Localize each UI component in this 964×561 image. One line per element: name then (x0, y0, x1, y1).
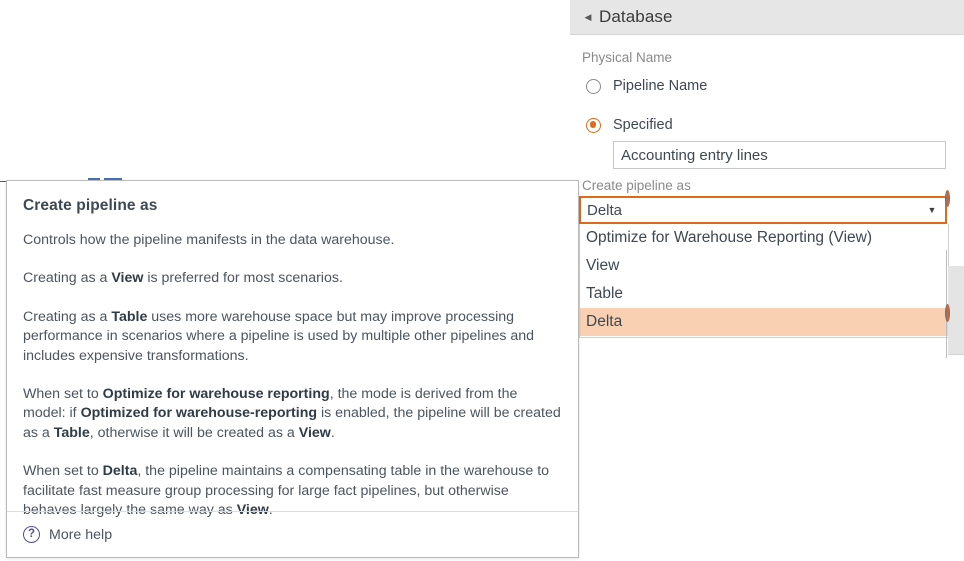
pane-title: Database (599, 7, 673, 27)
help-paragraph: Creating as a Table uses more warehouse … (23, 308, 563, 366)
background-grid-row (948, 328, 964, 355)
radio-pipeline-name[interactable]: Pipeline Name (586, 76, 707, 96)
combobox-value: Delta (581, 202, 919, 219)
app-background: ◀ Database Physical Name Pipeline Name S… (0, 0, 964, 561)
emphasis-text: Optimized for warehouse-reporting (81, 405, 317, 421)
emphasis-text: Table (111, 309, 147, 325)
triangle-collapse-icon[interactable]: ◀ (577, 13, 599, 22)
body-text: When set to (23, 386, 103, 402)
emphasis-text: Delta (103, 463, 138, 479)
physical-name-input[interactable] (613, 141, 946, 169)
background-control-sliver (945, 190, 950, 207)
combobox-option[interactable]: View (580, 252, 948, 280)
database-property-pane: ◀ Database Physical Name Pipeline Name S… (570, 0, 964, 561)
radio-unchecked-icon[interactable] (586, 79, 601, 94)
radio-checked-icon[interactable] (586, 118, 601, 133)
radio-specified[interactable]: Specified (586, 115, 673, 135)
emphasis-text: Optimize for warehouse reporting (103, 386, 330, 402)
help-tooltip: Create pipeline as Controls how the pipe… (6, 180, 579, 558)
body-text: Creating as a (23, 309, 111, 325)
help-paragraph: Controls how the pipeline manifests in t… (23, 231, 563, 250)
emphasis-text: View (299, 425, 331, 441)
help-tooltip-footer[interactable]: ? More help (7, 511, 578, 557)
combobox-option[interactable]: Optimize for Warehouse Reporting (View) (580, 224, 948, 252)
body-text: When set to (23, 463, 103, 479)
radio-specified-label: Specified (613, 117, 673, 133)
combobox-option[interactable]: Delta (580, 308, 948, 336)
background-grid-row (948, 296, 964, 329)
help-paragraph: When set to Optimize for warehouse repor… (23, 385, 563, 443)
emphasis-text: Table (54, 425, 90, 441)
emphasis-text: View (111, 270, 143, 286)
combobox-option[interactable]: Table (580, 280, 948, 308)
help-tooltip-paragraphs: Controls how the pipeline manifests in t… (23, 231, 563, 520)
chevron-down-icon[interactable]: ▼ (919, 206, 945, 215)
physical-name-label: Physical Name (582, 50, 672, 65)
background-grid-row (948, 266, 964, 297)
body-text: Creating as a (23, 270, 111, 286)
body-text: Controls how the pipeline manifests in t… (23, 232, 394, 248)
question-circle-icon[interactable]: ? (23, 526, 40, 543)
create-pipeline-as-label: Create pipeline as (582, 178, 691, 193)
pane-header[interactable]: ◀ Database (570, 0, 964, 35)
create-pipeline-as-combobox[interactable]: Delta ▼ (579, 196, 947, 224)
help-tooltip-body: Create pipeline as Controls how the pipe… (7, 181, 578, 520)
help-tooltip-title: Create pipeline as (23, 197, 563, 215)
body-text: is preferred for most scenarios. (143, 270, 342, 286)
background-control-sliver (945, 304, 950, 322)
pane-body: Physical Name Pipeline Name Specified Cr… (570, 35, 964, 561)
body-text: . (331, 425, 335, 441)
body-text: , otherwise it will be created as a (90, 425, 299, 441)
radio-pipeline-name-label: Pipeline Name (613, 78, 707, 94)
more-help-link[interactable]: More help (49, 527, 112, 543)
help-paragraph: Creating as a View is preferred for most… (23, 269, 563, 288)
combobox-option-list[interactable]: Optimize for Warehouse Reporting (View)V… (579, 224, 949, 338)
